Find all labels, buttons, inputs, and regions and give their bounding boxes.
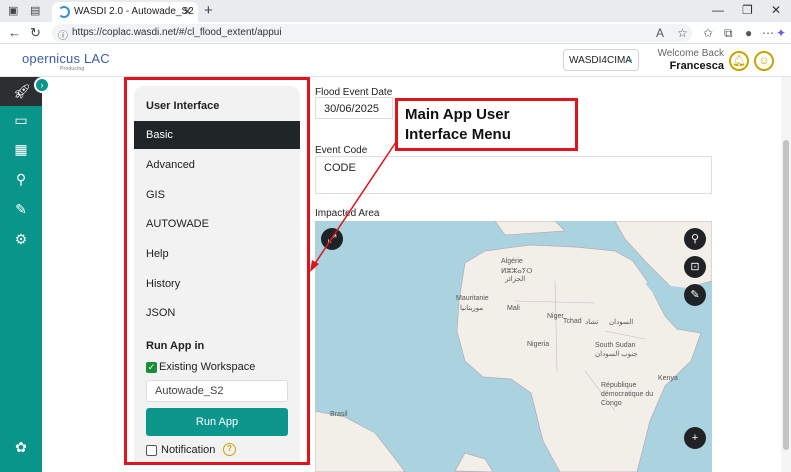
tab-title: WASDI 2.0 - Autowade_S2 bbox=[74, 6, 194, 17]
read-aloud-icon[interactable]: A bbox=[656, 26, 664, 40]
annotation-line-1: Main App User bbox=[405, 106, 510, 123]
wasdi-logo-icon[interactable]: ✿ bbox=[13, 439, 29, 456]
chevron-down-icon: ⌄ bbox=[625, 54, 634, 65]
url-field[interactable]: ⓘ https://coplac.wasdi.net/#/cl_flood_ex… bbox=[52, 24, 692, 42]
app-sidebar: 🚀︎ ▭ ▦ ⚲ ✎ ⚙ ✿ bbox=[0, 77, 42, 472]
gear-icon[interactable]: ⚙ bbox=[13, 231, 29, 248]
user-name: Francesca bbox=[669, 60, 724, 72]
event-code-label: Event Code bbox=[315, 145, 368, 156]
edit-icon[interactable]: ✎ bbox=[13, 201, 29, 218]
folder-icon[interactable]: ▭ bbox=[13, 112, 29, 129]
fullscreen-map-button[interactable]: ⤢ bbox=[321, 228, 343, 250]
browser-tab[interactable]: WASDI 2.0 - Autowade_S2 ✕ bbox=[52, 2, 198, 22]
highlight-box bbox=[124, 77, 310, 465]
annotation-line-2: Interface Menu bbox=[405, 126, 511, 143]
collections-icon[interactable]: ⧉ bbox=[724, 26, 733, 41]
map-label-tchad: Tchad bbox=[563, 318, 582, 325]
tab-actions-icon[interactable]: ▤ bbox=[30, 4, 40, 17]
reload-icon[interactable]: ↻ bbox=[30, 25, 41, 41]
welcome-text: Welcome Back bbox=[657, 48, 724, 59]
search-icon[interactable]: ⚲ bbox=[13, 171, 29, 188]
user-avatar-icon[interactable]: ☺ bbox=[754, 51, 774, 71]
zoom-in-button[interactable]: + bbox=[684, 427, 706, 449]
account-icon[interactable]: ● bbox=[745, 26, 752, 40]
map-label-tchad-ar: تشاد bbox=[585, 319, 599, 326]
site-info-icon[interactable]: ⓘ bbox=[58, 27, 68, 42]
restore-icon[interactable]: ❐ bbox=[742, 3, 753, 17]
map-label-mauritanie-ar: موريتانيا bbox=[460, 305, 484, 312]
map-label-kenya: Kenya bbox=[658, 375, 678, 382]
workspace-value: WASDI4CIMA bbox=[569, 55, 632, 66]
map-label-nigeria: Nigeria bbox=[527, 341, 550, 348]
url-text: https://coplac.wasdi.net/#/cl_flood_exte… bbox=[72, 27, 282, 38]
flood-date-field[interactable]: 30/06/2025 bbox=[315, 97, 393, 119]
app-header: opernicus LAC Producing WASDI4CIMA ⌄ Wel… bbox=[0, 45, 791, 77]
map-import-button[interactable]: ⊡ bbox=[684, 256, 706, 278]
impacted-area-map[interactable]: Algérie الجزائر ⵍⵣⵣⴰⵢⵔ Mauritanie موريتا… bbox=[315, 221, 712, 472]
profile-icon[interactable]: ▣ bbox=[8, 4, 18, 17]
expand-sidebar-button[interactable]: › bbox=[34, 77, 50, 93]
annotation-callout: Main App User Interface Menu bbox=[395, 98, 578, 151]
back-icon[interactable]: ← bbox=[8, 25, 21, 40]
impacted-area-label: Impacted Area bbox=[315, 208, 380, 219]
close-tab-icon[interactable]: ✕ bbox=[183, 5, 192, 18]
copernicus-logo[interactable]: opernicus LAC Producing bbox=[22, 51, 110, 72]
map-label-algerie-ar: الجزائر bbox=[505, 276, 526, 283]
map-label-algerie-tf: ⵍⵣⵣⴰⵢⵔ bbox=[501, 268, 533, 275]
map-label-mali: Mali bbox=[507, 305, 520, 312]
map-draw-button[interactable]: ✎ bbox=[684, 284, 706, 306]
map-label-south-sudan: South Sudan bbox=[595, 342, 636, 349]
logo-subtext: Producing bbox=[60, 66, 85, 72]
calendar-icon[interactable]: ▦ bbox=[13, 141, 29, 158]
more-icon[interactable]: ⋯ bbox=[762, 26, 774, 40]
map-label-south-sudan-ar: جنوب السودان bbox=[595, 351, 638, 358]
map-label-niger: Niger bbox=[547, 313, 564, 320]
minimize-icon[interactable]: — bbox=[712, 3, 724, 17]
map-label-algerie: Algérie bbox=[501, 258, 523, 265]
map-label-mauritanie: Mauritanie bbox=[456, 295, 489, 302]
scrollbar-thumb[interactable] bbox=[783, 140, 789, 450]
event-code-field[interactable]: CODE bbox=[315, 156, 712, 194]
map-label-brasil: Brasil bbox=[330, 411, 348, 418]
map-label-rdc: République démocratique du Congo bbox=[601, 382, 654, 407]
browser-tabbar: ▣ ▤ WASDI 2.0 - Autowade_S2 ✕ + — ❐ ✕ bbox=[0, 0, 791, 22]
new-tab-button[interactable]: + bbox=[204, 2, 213, 19]
map-label-soudan-ar: السودان bbox=[609, 319, 634, 326]
tab-favicon-icon bbox=[58, 6, 70, 18]
favorite-star-icon[interactable]: ☆ bbox=[677, 26, 688, 40]
rocket-icon[interactable]: 🚀︎ bbox=[13, 83, 31, 100]
map-search-button[interactable]: ⚲ bbox=[684, 228, 706, 250]
notification-bell-icon[interactable]: 🔔︎ bbox=[729, 51, 749, 71]
copilot-icon[interactable]: ✦ bbox=[776, 26, 786, 40]
logo-text: opernicus LAC bbox=[22, 51, 110, 66]
close-window-icon[interactable]: ✕ bbox=[771, 3, 781, 17]
address-bar: ← ↻ ⓘ https://coplac.wasdi.net/#/cl_floo… bbox=[0, 22, 791, 44]
workspace-select[interactable]: WASDI4CIMA ⌄ bbox=[563, 49, 639, 71]
favorites-icon[interactable]: ✩ bbox=[703, 26, 713, 40]
